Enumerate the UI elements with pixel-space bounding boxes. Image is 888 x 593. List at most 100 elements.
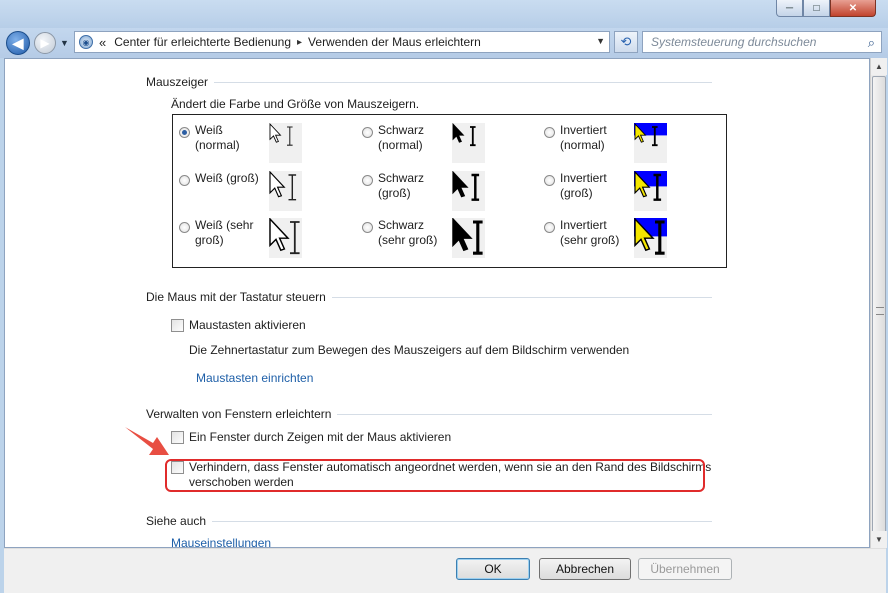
divider [337,413,712,415]
pointer-option-inverted-large[interactable]: Invertiert (groß) [538,167,718,213]
breadcrumb-separator-icon[interactable]: ▸ [297,37,302,48]
history-dropdown-icon[interactable]: ▼ [60,38,69,48]
pointer-option-black-normal[interactable]: Schwarz (normal) [356,119,536,165]
pointer-option-black-large[interactable]: Schwarz (groß) [356,167,536,213]
group-label: Die Maus mit der Tastatur steuern [146,290,326,304]
pointer-preview-icon [269,171,302,211]
group-siehe-auch: Siehe auch [146,514,712,528]
maustasten-checkbox-row[interactable]: Maustasten aktivieren [171,318,306,332]
divider [214,81,712,83]
breadcrumb-mouse[interactable]: Verwenden der Maus erleichtern [308,35,481,49]
control-panel-icon: ◉ [79,35,93,49]
content-pane: Mauszeiger Ändert die Farbe und Größe vo… [4,58,870,548]
window-controls: ─ □ ✕ [776,0,876,17]
maximize-icon: □ [813,2,820,14]
divider [331,296,712,298]
pointer-option-label-line2: (sehr groß) [378,233,438,247]
pointer-option-white-large[interactable]: Weiß (groß) [173,167,353,213]
minimize-icon: ─ [785,2,794,14]
search-input[interactable]: Systemsteuerung durchsuchen ⌕ [642,31,882,53]
pointer-option-label-line1: Invertiert [560,218,607,232]
button-bar: OK Abbrechen Übernehmen [4,548,886,593]
pointer-radio[interactable] [179,222,190,233]
pointer-option-black-xlarge[interactable]: Schwarz (sehr groß) [356,214,536,260]
pointer-option-label-line1: Weiß (sehr [195,218,254,232]
ok-button[interactable]: OK [456,558,530,580]
grip-icon [876,307,884,315]
pointer-option-label[interactable]: Invertiert (groß) [560,171,636,201]
close-button[interactable]: ✕ [830,0,876,17]
search-icon[interactable]: ⌕ [868,35,875,51]
address-dropdown-icon[interactable]: ▼ [596,36,605,46]
pointer-option-label[interactable]: Schwarz (groß) [378,171,454,201]
pointer-preview-icon [634,218,667,258]
cancel-button[interactable]: Abbrechen [539,558,631,580]
pointer-option-label-line2: (sehr groß) [560,233,620,247]
pointer-option-label-line2: (groß) [560,186,593,200]
forward-button[interactable]: ▶ [34,32,56,54]
pointer-radio[interactable] [179,175,190,186]
address-bar[interactable]: ◉ « Center für erleichterte Bedienung ▸ … [74,31,610,53]
scrollbar-thumb[interactable] [872,76,886,536]
apply-button[interactable]: Übernehmen [638,558,732,580]
fenster-aktivieren-label[interactable]: Ein Fenster durch Zeigen mit der Maus ak… [189,430,451,444]
fenster-aktivieren-checkbox[interactable] [171,431,184,444]
address-overflow-icon[interactable]: « [99,35,106,50]
pointer-option-label[interactable]: Invertiert (normal) [560,123,636,153]
mauszeiger-description: Ändert die Farbe und Größe von Mauszeige… [171,97,420,111]
maustasten-checkbox[interactable] [171,319,184,332]
pointer-option-label[interactable]: Invertiert (sehr groß) [560,218,636,248]
group-label: Mauszeiger [146,75,209,89]
pointer-radio[interactable] [544,222,555,233]
pointer-radio[interactable] [362,127,373,138]
pointer-option-label-line2: groß) [195,233,224,247]
pointer-option-white-xlarge[interactable]: Weiß (sehr groß) [173,214,353,260]
pointer-preview-icon [452,218,485,258]
maustasten-label[interactable]: Maustasten aktivieren [189,318,306,332]
close-icon: ✕ [848,2,858,14]
divider [212,520,712,522]
mauseinstellungen-link[interactable]: Mauseinstellungen [171,536,271,547]
pointer-preview-icon [634,171,667,211]
maximize-button[interactable]: □ [803,0,830,17]
pointer-option-label[interactable]: Schwarz (normal) [378,123,454,153]
fenster-aktivieren-row[interactable]: Ein Fenster durch Zeigen mit der Maus ak… [171,430,451,444]
pointer-preview-icon [269,123,302,163]
pointer-option-label-line2: (groß) [378,186,411,200]
breadcrumb-ease-of-access[interactable]: Center für erleichterte Bedienung [114,35,291,49]
pointer-radio[interactable] [362,175,373,186]
refresh-icon: ⟲ [620,34,632,49]
forward-arrow-icon: ▶ [40,36,50,50]
pointer-option-inverted-xlarge[interactable]: Invertiert (sehr groß) [538,214,718,260]
group-label: Siehe auch [146,514,207,528]
pointer-option-label-line1: Invertiert [560,123,607,137]
vertical-scrollbar[interactable]: ▲ ▼ [870,58,887,548]
pointer-option-label[interactable]: Weiß (normal) [195,123,271,153]
pointer-option-label-line2: (normal) [195,138,240,152]
pointer-option-label[interactable]: Schwarz (sehr groß) [378,218,454,248]
pointer-radio[interactable] [544,175,555,186]
refresh-button[interactable]: ⟲ [614,31,638,53]
title-bar: ─ □ ✕ [0,0,888,28]
pointer-option-label-line1: Invertiert [560,171,607,185]
pointer-preview-icon [634,123,667,163]
pointer-radio[interactable] [179,127,190,138]
pointer-scheme-box: Weiß (normal) Schwarz (normal) Invertiert (no… [172,114,727,268]
pointer-option-label[interactable]: Weiß (groß) [195,171,271,186]
pointer-option-label-line1: Schwarz [378,123,425,137]
red-highlight-box [165,459,705,492]
pointer-option-white-normal[interactable]: Weiß (normal) [173,119,353,165]
pointer-option-label-line1: Schwarz [378,171,425,185]
pointer-option-inverted-normal[interactable]: Invertiert (normal) [538,119,718,165]
back-button[interactable]: ◀ [6,31,30,55]
maustasten-einrichten-link[interactable]: Maustasten einrichten [196,371,313,385]
pointer-option-label-line1: Weiß (groß) [195,171,259,185]
scroll-up-icon[interactable]: ▲ [871,58,887,75]
minimize-button[interactable]: ─ [776,0,803,17]
pointer-radio[interactable] [362,222,373,233]
pointer-option-label-line2: (normal) [560,138,605,152]
pointer-preview-icon [452,123,485,163]
pointer-radio[interactable] [544,127,555,138]
pointer-option-label[interactable]: Weiß (sehr groß) [195,218,271,248]
scroll-down-icon[interactable]: ▼ [871,531,887,548]
